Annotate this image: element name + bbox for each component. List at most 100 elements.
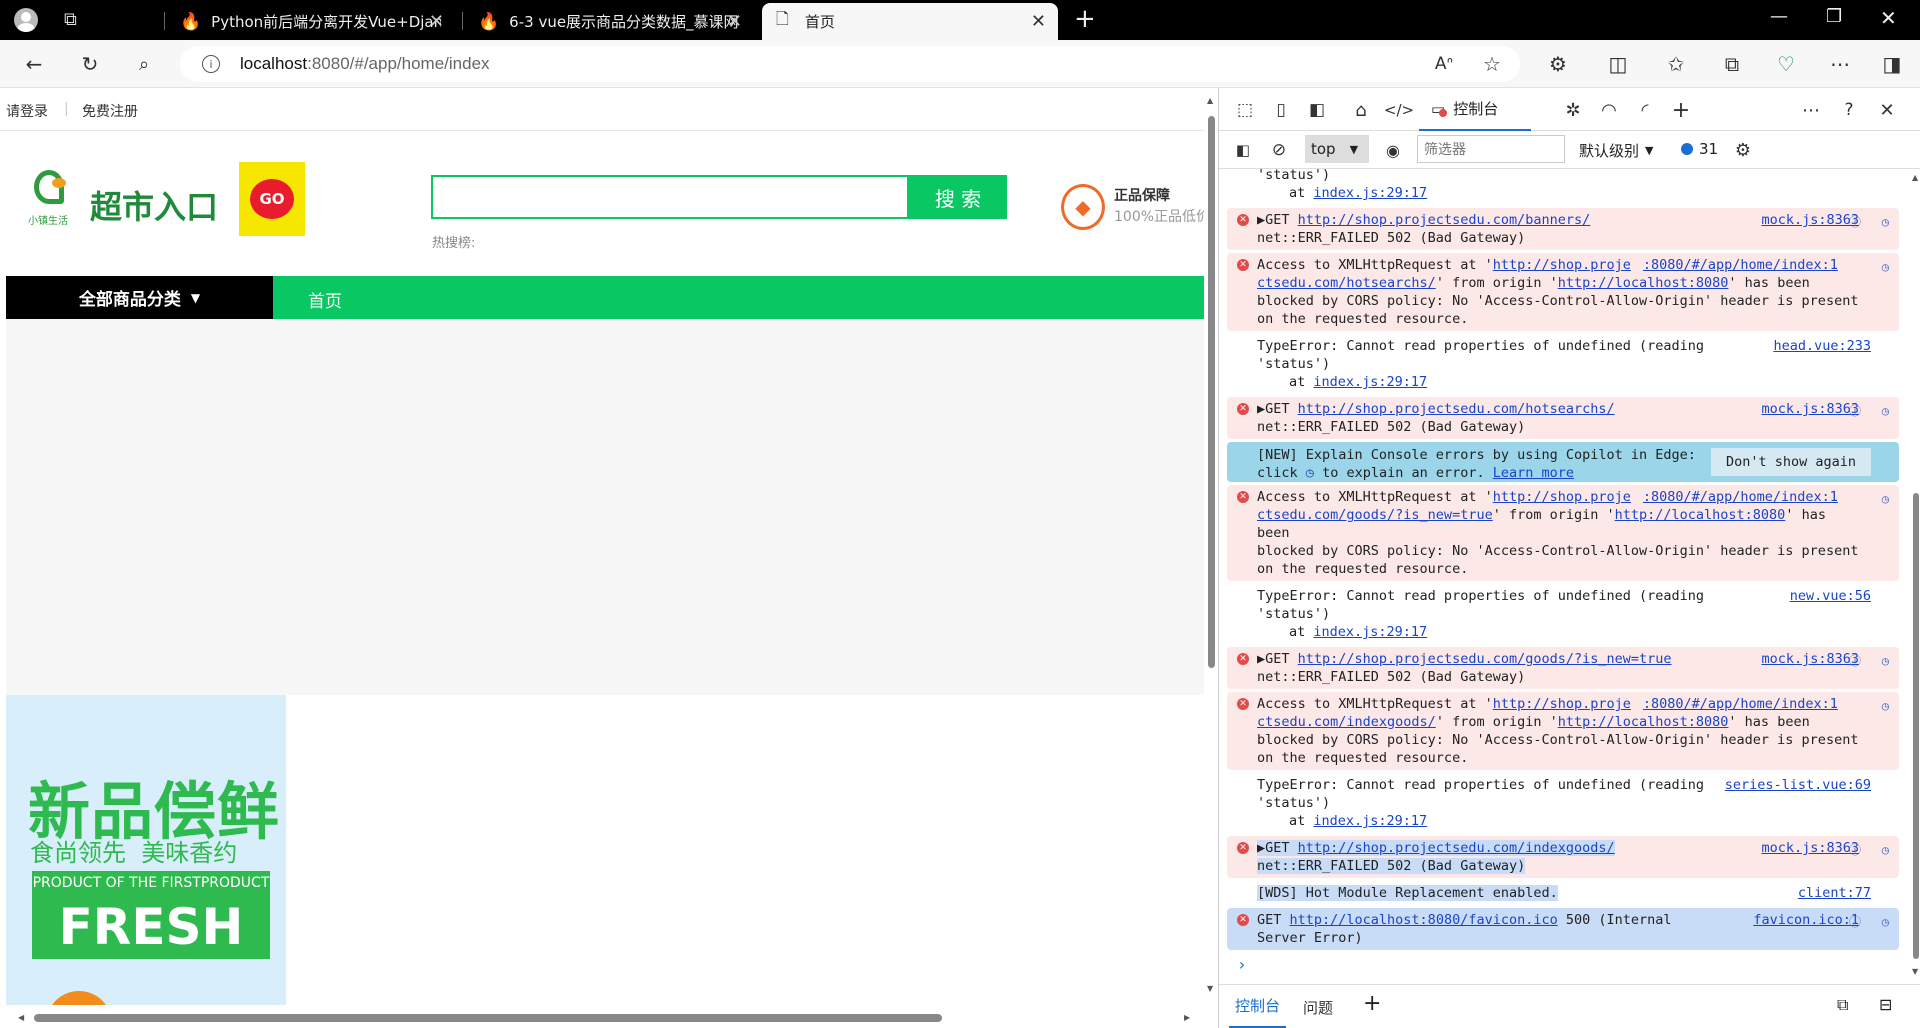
search-button[interactable]: 搜 索 xyxy=(909,175,1007,219)
site-info-icon[interactable]: i xyxy=(202,55,220,73)
restore-button[interactable]: ❐ xyxy=(1826,6,1842,27)
close-tab-icon[interactable]: ✕ xyxy=(1031,11,1046,32)
origin-link[interactable]: http://localhost:8080 xyxy=(1615,507,1786,523)
dock-side-icon[interactable]: ◧ xyxy=(1301,94,1333,126)
devtools-more-icon[interactable]: ⋯ xyxy=(1795,94,1827,126)
info-icon[interactable]: ⓘ xyxy=(1849,652,1861,670)
source-link[interactable]: head.vue:233 xyxy=(1773,337,1871,355)
copilot-explain-icon[interactable]: ◷ xyxy=(1882,258,1889,276)
close-devtools-icon[interactable]: ✕ xyxy=(1871,94,1903,126)
source-link[interactable]: mock.js:8363 xyxy=(1761,839,1859,857)
more-tools-plus-icon[interactable]: + xyxy=(1665,94,1697,126)
source-link[interactable]: :8080/#/app/home/index:1 xyxy=(1643,489,1838,505)
info-icon[interactable]: ⓘ xyxy=(1849,841,1861,859)
page-vertical-scrollbar[interactable]: ▲ ▼ xyxy=(1204,88,1218,1008)
request-url[interactable]: http://shop.projectsedu.com/hotsearchs/ xyxy=(1298,401,1615,417)
origin-link[interactable]: http://localhost:8080 xyxy=(1558,275,1729,291)
stack-link[interactable]: index.js:29:17 xyxy=(1313,185,1427,201)
stack-link[interactable]: index.js:29:17 xyxy=(1313,813,1427,829)
refresh-icon[interactable]: ↻ xyxy=(74,48,106,80)
close-tab-icon[interactable]: ✕ xyxy=(727,11,742,32)
request-url[interactable]: http://shop.proje xyxy=(1493,489,1631,505)
search-icon[interactable]: ⌕ xyxy=(128,48,160,80)
copilot-explain-icon[interactable]: ◷ xyxy=(1882,213,1889,231)
browser-essentials-icon[interactable]: ♡ xyxy=(1770,48,1802,80)
back-icon[interactable]: ← xyxy=(18,48,50,80)
request-url[interactable]: http://shop.proje xyxy=(1493,696,1631,712)
log-level-selector[interactable]: 默认级别 ▼ xyxy=(1579,140,1653,161)
request-url[interactable]: ctsedu.com/goods/?is_new=true xyxy=(1257,507,1493,523)
register-link[interactable]: 免费注册 xyxy=(82,101,138,121)
url-bar[interactable]: i localhost:8080/#/app/home/index xyxy=(180,46,1520,82)
copilot-explain-icon[interactable]: ◷ xyxy=(1882,841,1889,859)
tab-console[interactable]: ▭ 控制台 xyxy=(1419,88,1531,131)
inspect-element-icon[interactable]: ⬚ xyxy=(1229,94,1261,126)
go-badge[interactable]: GO xyxy=(239,162,305,236)
close-window-button[interactable]: ✕ xyxy=(1880,6,1897,30)
message-count-badge[interactable]: 31 xyxy=(1681,140,1718,158)
live-expression-eye-icon[interactable]: ◉ xyxy=(1377,134,1409,166)
request-url[interactable]: http://shop.proje xyxy=(1493,257,1631,273)
extensions-icon[interactable]: ⚙ xyxy=(1542,48,1574,80)
source-link[interactable]: series-list.vue:69 xyxy=(1725,776,1871,794)
minimize-button[interactable]: — xyxy=(1770,6,1788,27)
source-link[interactable]: mock.js:8363 xyxy=(1761,400,1859,418)
close-tab-icon[interactable]: ✕ xyxy=(429,11,444,32)
split-screen-icon[interactable]: ◫ xyxy=(1602,48,1634,80)
info-icon[interactable]: ⓘ xyxy=(1849,913,1861,931)
debugger-bug-icon[interactable]: ✲ xyxy=(1557,94,1589,126)
help-icon[interactable]: ? xyxy=(1833,94,1865,126)
source-link[interactable]: mock.js:8363 xyxy=(1761,211,1859,229)
new-tab-button[interactable]: + xyxy=(1074,4,1096,34)
console-scroll-thumb[interactable] xyxy=(1913,493,1919,959)
tab-home[interactable]: 🗋 首页 ✕ xyxy=(762,3,1058,40)
drawer-add-tab-icon[interactable]: + xyxy=(1363,991,1381,1016)
copilot-explain-icon[interactable]: ◷ xyxy=(1882,652,1889,670)
learn-more-link[interactable]: Learn more xyxy=(1493,465,1574,481)
performance-icon[interactable]: ◜ xyxy=(1629,94,1661,126)
info-icon[interactable]: ⓘ xyxy=(1849,402,1861,420)
drawer-tab-issues[interactable]: 问题 xyxy=(1303,997,1333,1018)
console-scrollbar[interactable]: ▲ ▼ xyxy=(1911,169,1920,981)
context-selector[interactable]: top ▼ xyxy=(1305,135,1369,163)
source-link[interactable]: new.vue:56 xyxy=(1790,587,1871,605)
elements-tab-icon[interactable]: </> xyxy=(1383,94,1415,126)
source-link[interactable]: mock.js:8363 xyxy=(1761,650,1859,668)
request-url[interactable]: ctsedu.com/hotsearchs/ xyxy=(1257,275,1436,291)
console-prompt[interactable]: › xyxy=(1237,956,1911,974)
source-link[interactable]: :8080/#/app/home/index:1 xyxy=(1643,696,1838,712)
info-icon[interactable]: ⓘ xyxy=(1849,213,1861,231)
tab-vue-category[interactable]: 🔥 6-3 vue展示商品分类数据_慕课网 ✕ xyxy=(464,3,754,40)
stack-link[interactable]: index.js:29:17 xyxy=(1313,624,1427,640)
favorites-icon[interactable]: ✩ xyxy=(1660,48,1692,80)
page-hscroll-thumb[interactable] xyxy=(34,1014,942,1022)
origin-link[interactable]: http://localhost:8080 xyxy=(1558,714,1729,730)
promo-banner[interactable]: 新品偿鲜 食尚领先 美味香约 PRODUCT OF THE FIRSTPRODU… xyxy=(6,695,286,1005)
request-url[interactable]: http://localhost:8080/favicon.ico xyxy=(1290,912,1558,928)
device-emulation-icon[interactable]: ▯ xyxy=(1265,94,1297,126)
copilot-explain-icon[interactable]: ◷ xyxy=(1882,697,1889,715)
request-url[interactable]: http://shop.projectsedu.com/goods/?is_ne… xyxy=(1298,651,1672,667)
collections-icon[interactable]: ⧉ xyxy=(1716,48,1748,80)
request-url[interactable]: http://shop.projectsedu.com/indexgoods/ xyxy=(1298,840,1615,856)
all-categories-menu[interactable]: 全部商品分类 ▼ xyxy=(6,276,273,319)
read-aloud-icon[interactable]: Aᐢ xyxy=(1428,48,1460,80)
page-scroll-thumb[interactable] xyxy=(1208,116,1215,668)
console-filter-input[interactable] xyxy=(1417,135,1565,163)
drawer-dock-icon[interactable]: ⧉ xyxy=(1837,995,1848,1015)
welcome-home-icon[interactable]: ⌂ xyxy=(1345,94,1377,126)
sidebar-toggle-icon[interactable]: ◨ xyxy=(1876,48,1908,80)
source-link[interactable]: :8080/#/app/home/index:1 xyxy=(1643,257,1838,273)
dont-show-again-button[interactable]: Don't show again xyxy=(1711,448,1871,476)
profile-avatar[interactable] xyxy=(14,8,38,32)
nav-home[interactable]: 首页 xyxy=(308,287,342,312)
page-horizontal-scrollbar[interactable]: ◀ ▶ xyxy=(0,1008,1204,1028)
console-sidebar-icon[interactable]: ◧ xyxy=(1227,134,1259,166)
more-menu-icon[interactable]: ⋯ xyxy=(1824,48,1856,80)
request-url[interactable]: ctsedu.com/indexgoods/ xyxy=(1257,714,1436,730)
copilot-explain-icon[interactable]: ◷ xyxy=(1882,913,1889,931)
network-wifi-icon[interactable]: ◠ xyxy=(1593,94,1625,126)
stack-link[interactable]: index.js:29:17 xyxy=(1313,374,1427,390)
search-input[interactable] xyxy=(431,175,909,219)
tab-python-course[interactable]: 🔥 Python前后端分离开发Vue+Djan ✕ xyxy=(166,3,456,40)
